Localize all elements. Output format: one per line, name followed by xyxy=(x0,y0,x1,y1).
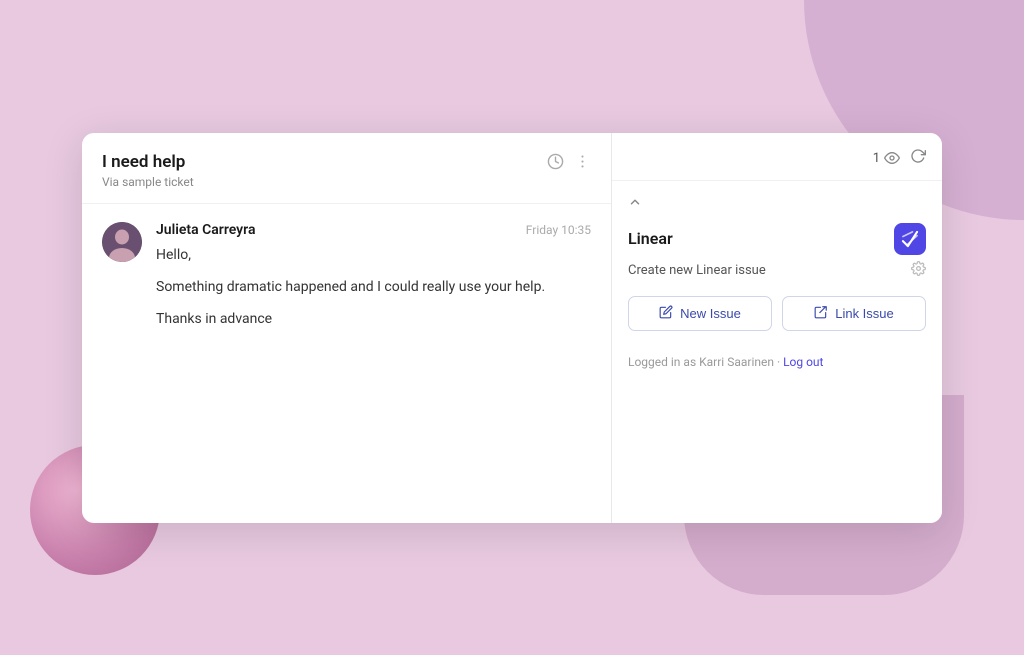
logged-in-area: Logged in as Karri Saarinen · Log out xyxy=(628,351,926,370)
right-header: 1 xyxy=(612,133,942,181)
ticket-subtitle: Via sample ticket xyxy=(102,175,194,189)
avatar-image xyxy=(102,222,142,262)
logged-in-text: Logged in as Karri Saarinen · xyxy=(628,355,783,369)
view-count-number: 1 xyxy=(873,151,880,166)
main-card: I need help Via sample ticket xyxy=(82,133,942,523)
ticket-title: I need help xyxy=(102,151,194,173)
linear-header: Linear xyxy=(628,223,926,255)
left-panel: I need help Via sample ticket xyxy=(82,133,612,523)
message-meta: Julieta Carreyra Friday 10:35 xyxy=(156,222,591,238)
actions-row: New Issue Link Issue xyxy=(628,296,926,331)
eye-icon xyxy=(884,150,900,166)
linear-title: Linear xyxy=(628,229,673,248)
new-issue-label: New Issue xyxy=(680,306,741,321)
more-icon[interactable] xyxy=(574,153,591,170)
refresh-icon[interactable] xyxy=(910,148,926,168)
gear-icon[interactable] xyxy=(911,261,926,280)
right-panel: 1 xyxy=(612,133,942,523)
message-time: Friday 10:35 xyxy=(526,223,591,237)
message-line-3: Thanks in advance xyxy=(156,308,591,330)
message-text: Hello, Something dramatic happened and I… xyxy=(156,244,591,331)
new-issue-icon xyxy=(659,305,673,322)
history-icon[interactable] xyxy=(547,153,564,170)
linear-section: Linear Create new Linear issue xyxy=(612,181,942,523)
create-label: Create new Linear issue xyxy=(628,263,766,278)
link-issue-label: Link Issue xyxy=(835,306,894,321)
linear-logo xyxy=(894,223,926,255)
logout-link[interactable]: Log out xyxy=(783,355,823,369)
message-area: Julieta Carreyra Friday 10:35 Hello, Som… xyxy=(82,204,611,523)
message-line-2: Something dramatic happened and I could … xyxy=(156,276,591,298)
message-row: Julieta Carreyra Friday 10:35 Hello, Som… xyxy=(102,222,591,331)
ticket-title-area: I need help Via sample ticket xyxy=(102,151,194,189)
create-header: Create new Linear issue xyxy=(628,261,926,280)
message-content: Julieta Carreyra Friday 10:35 Hello, Som… xyxy=(156,222,591,331)
ticket-header: I need help Via sample ticket xyxy=(82,133,611,204)
collapse-button[interactable] xyxy=(628,195,926,209)
ticket-header-actions xyxy=(547,151,591,170)
new-issue-button[interactable]: New Issue xyxy=(628,296,772,331)
view-count: 1 xyxy=(873,150,900,166)
sender-name: Julieta Carreyra xyxy=(156,222,255,238)
message-line-1: Hello, xyxy=(156,244,591,266)
link-issue-icon xyxy=(814,305,828,322)
avatar xyxy=(102,222,142,262)
link-issue-button[interactable]: Link Issue xyxy=(782,296,926,331)
right-header-icons: 1 xyxy=(873,148,926,168)
